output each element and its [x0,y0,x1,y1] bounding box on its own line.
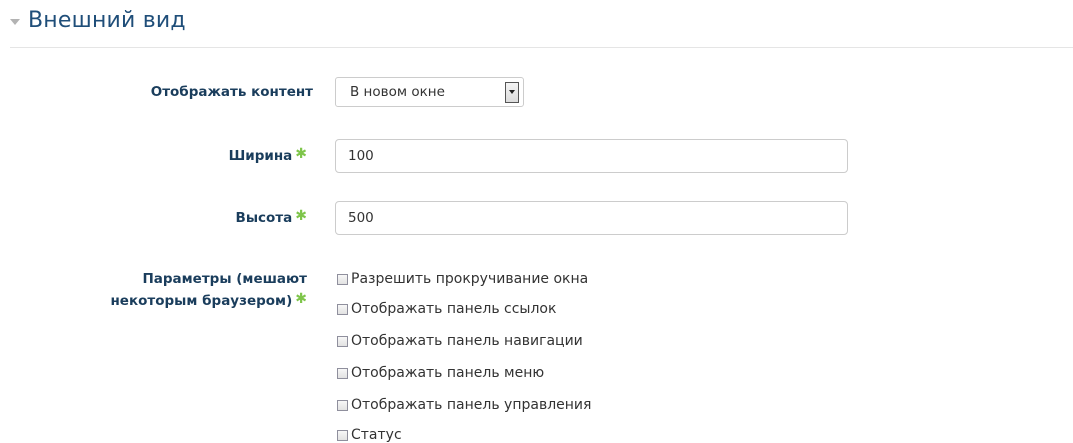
width-label: Ширина ✱ [228,146,307,164]
checkbox-label: Отображать панель ссылок [351,301,557,317]
display-content-selected-value: В новом окне [350,84,445,100]
checkbox-show-navigation-bar[interactable]: Отображать панель навигации [337,333,583,349]
checkbox-label: Отображать панель навигации [351,333,583,349]
checkbox-allow-scrolling[interactable]: Разрешить прокручивание окна [337,271,588,287]
checkbox-label: Статус [351,427,402,443]
checkbox-show-toolbar[interactable]: Отображать панель управления [337,397,591,413]
checkbox-box[interactable] [337,367,348,379]
checkbox-box[interactable] [337,429,348,441]
height-input[interactable] [335,201,848,235]
section-divider [10,47,1073,48]
required-asterisk-icon: ✱ [295,146,307,162]
display-content-label: Отображать контент [150,84,313,100]
checkbox-label: Отображать панель меню [351,365,545,381]
checkbox-label: Отображать панель управления [351,397,592,413]
options-label: Параметры (мешают некоторым браузером) ✱ [110,268,307,312]
display-content-select[interactable]: В новом окне [335,77,524,107]
options-label-line1: Параметры (мешают [142,271,307,287]
checkbox-box[interactable] [337,399,348,411]
required-asterisk-icon: ✱ [295,291,307,307]
checkbox-label: Разрешить прокручивание окна [351,271,589,287]
checkbox-box[interactable] [337,273,348,285]
width-input[interactable] [335,139,848,173]
options-label-line2: некоторым браузером) ✱ [110,291,307,309]
checkbox-status[interactable]: Статус [337,427,402,443]
section-header-appearance[interactable]: Внешний вид [10,8,186,33]
required-asterisk-icon: ✱ [295,208,307,224]
checkbox-box[interactable] [337,335,348,347]
height-label: Высота ✱ [235,208,307,226]
checkbox-show-menu-bar[interactable]: Отображать панель меню [337,365,544,381]
collapse-triangle-icon[interactable] [10,18,20,25]
dropdown-arrow-icon[interactable] [505,81,519,103]
checkbox-show-links-bar[interactable]: Отображать панель ссылок [337,301,556,317]
checkbox-box[interactable] [337,303,348,315]
section-title: Внешний вид [28,8,186,33]
